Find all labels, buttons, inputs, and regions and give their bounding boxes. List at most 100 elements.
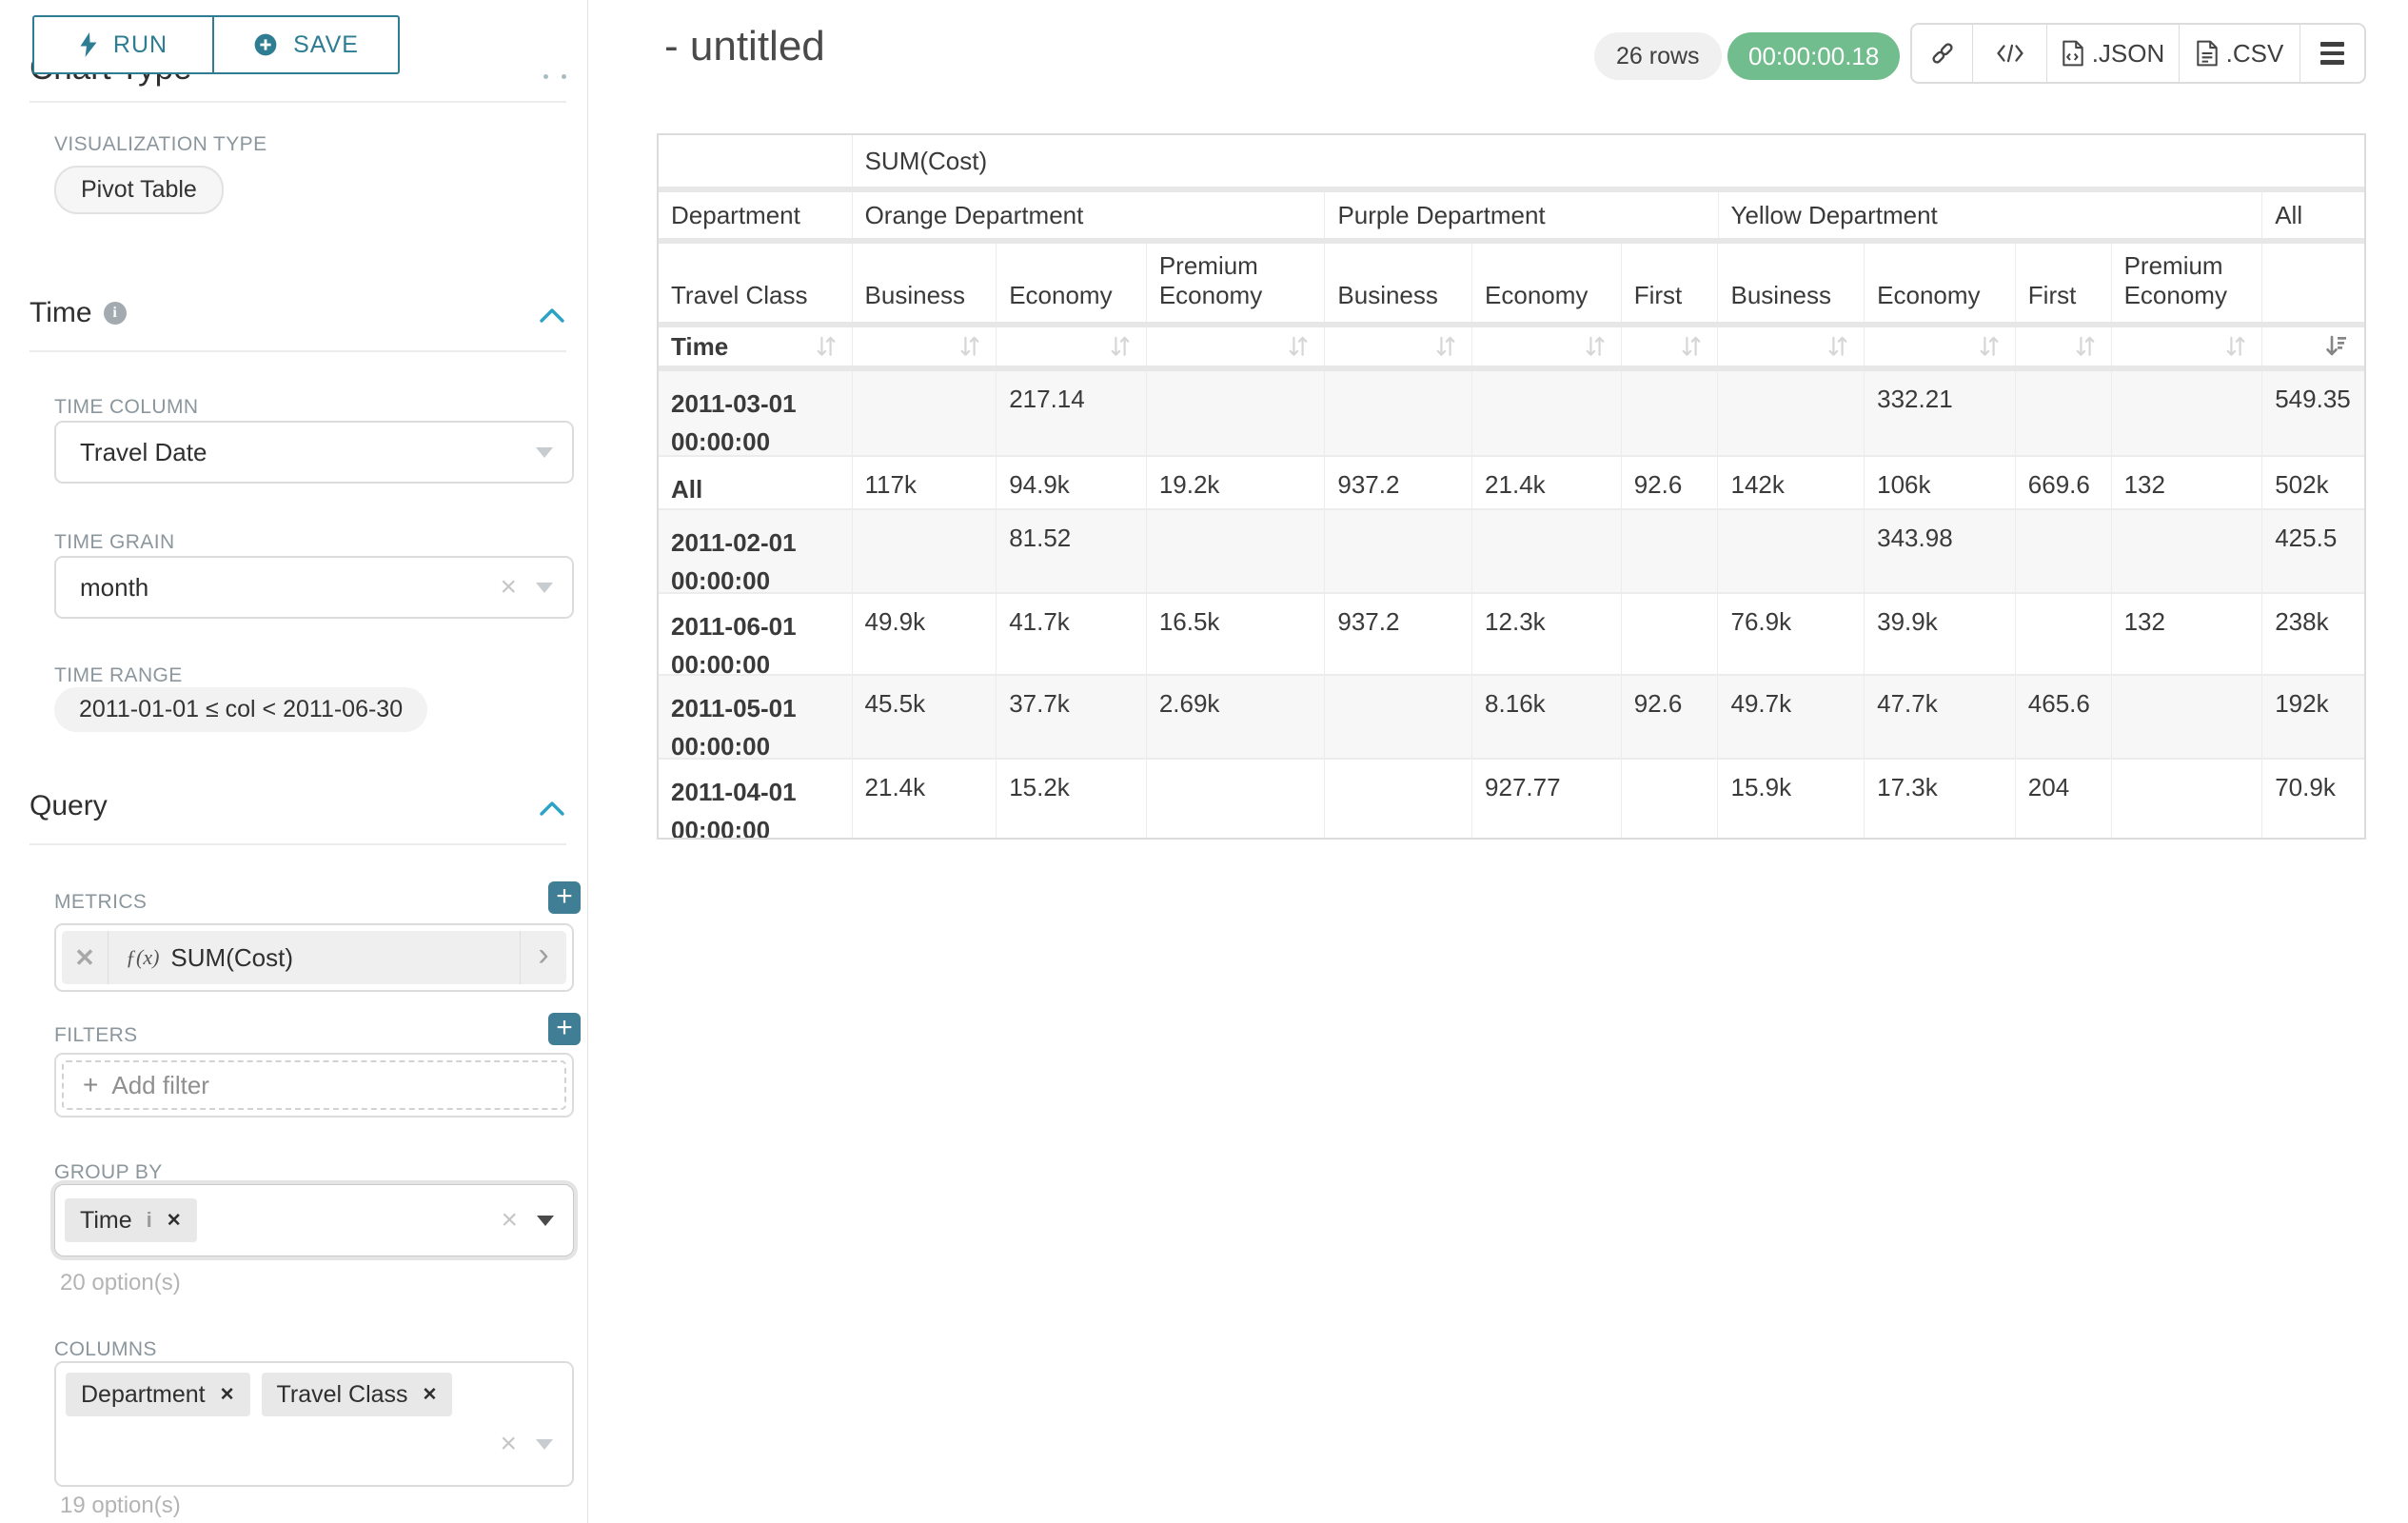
pivot-value-cell (1622, 594, 1719, 674)
sort-toggle-icon[interactable] (1435, 334, 1456, 359)
pivot-row-label: 2011-02-0100:00:00 (671, 524, 797, 592)
sort-toggle-icon[interactable] (1288, 334, 1309, 359)
chevron-down-icon[interactable] (536, 583, 553, 593)
add-filter-plus-button[interactable]: + (548, 1013, 581, 1045)
tag-label: Travel Class (277, 1381, 408, 1409)
pivot-row-header-cell: 2011-06-0100:00:00 (659, 594, 853, 674)
columns-tag-travel-class[interactable]: Travel Class ✕ (262, 1373, 453, 1416)
chart-title[interactable]: - untitled (664, 23, 825, 70)
pivot-value-cell: 49.9k (853, 594, 997, 674)
time-column-select[interactable]: Travel Date (54, 421, 574, 484)
filters-control: + Add filter (54, 1053, 574, 1118)
embed-code-button[interactable] (1973, 25, 2047, 82)
clear-icon[interactable]: × (500, 573, 517, 602)
sort-toggle-icon[interactable] (816, 334, 837, 359)
pivot-value-cell: 39.9k (1865, 594, 2016, 674)
pivot-value-cell: 117k (853, 457, 997, 508)
pivot-value-cell (2112, 510, 2263, 592)
pivot-sort-cell[interactable] (1622, 327, 1719, 366)
chevron-right-icon[interactable]: › (521, 931, 566, 984)
columns-tag-department[interactable]: Department ✕ (66, 1373, 250, 1416)
pivot-value-cell (1147, 371, 1326, 455)
sort-toggle-icon[interactable] (1110, 334, 1131, 359)
remove-tag-icon[interactable]: ✕ (423, 1384, 438, 1406)
clear-icon[interactable]: × (500, 1430, 517, 1458)
visualization-type-pill[interactable]: Pivot Table (54, 166, 224, 214)
chevron-up-icon[interactable] (539, 800, 565, 817)
pivot-value-cell: 92.6 (1622, 676, 1719, 758)
pivot-value-cell: 937.2 (1325, 457, 1472, 508)
chevron-down-icon[interactable] (536, 1439, 553, 1450)
add-metric-button[interactable]: + (548, 881, 581, 914)
sort-descending-active-icon[interactable] (2324, 334, 2349, 359)
chevron-up-icon[interactable] (539, 307, 565, 324)
columns-label: COLUMNS (54, 1338, 157, 1361)
sort-toggle-icon[interactable] (959, 334, 980, 359)
pivot-sort-cell[interactable] (1147, 327, 1326, 366)
chevron-down-icon[interactable] (537, 1216, 554, 1226)
clear-icon[interactable]: × (501, 1206, 518, 1235)
pivot-sort-cell[interactable] (2016, 327, 2112, 366)
group-by-select[interactable]: Time i ✕ × (54, 1184, 574, 1256)
run-button[interactable]: RUN (32, 15, 213, 74)
pivot-sort-cell[interactable] (1325, 327, 1472, 366)
pivot-value-cell: 92.6 (1622, 457, 1719, 508)
metrics-label: METRICS (54, 891, 147, 914)
time-range-pill[interactable]: 2011-01-01 ≤ col < 2011-06-30 (54, 687, 427, 732)
export-csv-button[interactable]: .CSV (2180, 25, 2300, 82)
pivot-sort-cell[interactable] (997, 327, 1147, 366)
copy-link-button[interactable] (1912, 25, 1973, 82)
save-button-label: SAVE (293, 31, 359, 59)
sort-toggle-icon[interactable] (1979, 334, 2000, 359)
remove-metric-icon[interactable]: ✕ (62, 931, 109, 984)
pivot-value-cell: 8.16k (1472, 676, 1622, 758)
pivot-value-cell: 19.2k (1147, 457, 1326, 508)
remove-tag-icon[interactable]: ✕ (167, 1210, 182, 1232)
remove-tag-icon[interactable]: ✕ (220, 1384, 235, 1406)
columns-select[interactable]: Department ✕ Travel Class ✕ × (54, 1361, 574, 1487)
sort-toggle-icon[interactable] (1681, 334, 1702, 359)
pivot-sort-cell[interactable] (2112, 327, 2263, 366)
sort-toggle-icon[interactable] (2225, 334, 2246, 359)
pivot-sort-cell[interactable] (853, 327, 997, 366)
pivot-sort-cell[interactable] (1472, 327, 1622, 366)
chart-controls-sidebar: Chart Type RUN SAVE VISUALIZATION TYPE P… (0, 0, 588, 1523)
pivot-value-cell: 70.9k (2262, 760, 2364, 838)
visualization-type-label: VISUALIZATION TYPE (54, 133, 266, 156)
pivot-metric-header-row: SUM(Cost) (659, 135, 2364, 192)
pivot-sort-cell[interactable] (1865, 327, 2016, 366)
tag-label: Department (81, 1381, 206, 1409)
sort-toggle-icon[interactable] (2075, 334, 2096, 359)
export-json-label: .JSON (2092, 39, 2165, 69)
pivot-value-cell (853, 510, 997, 592)
pivot-value-cell: 343.98 (1865, 510, 2016, 592)
drag-handle-dot (562, 74, 566, 79)
pivot-value-cell (1472, 371, 1622, 455)
more-options-button[interactable] (2300, 25, 2364, 82)
pivot-value-cell: 76.9k (1718, 594, 1865, 674)
pivot-value-cell: 204 (2016, 760, 2112, 838)
sort-toggle-icon[interactable] (1585, 334, 1606, 359)
pivot-travel-class-row: Travel ClassBusinessEconomyPremium Econo… (659, 244, 2364, 327)
divider (30, 101, 566, 103)
group-by-tag-time[interactable]: Time i ✕ (65, 1198, 197, 1242)
pivot-column-header-cell: Economy (997, 244, 1147, 322)
sort-toggle-icon[interactable] (1827, 334, 1848, 359)
pivot-value-cell: 49.7k (1718, 676, 1865, 758)
pivot-value-cell (2112, 371, 2263, 455)
plus-icon: + (83, 1070, 98, 1100)
pivot-data-row: 2011-03-0100:00:00217.14332.21549.35 (659, 371, 2364, 455)
metric-pill[interactable]: ✕ ƒ(x) SUM(Cost) › (62, 931, 566, 984)
pivot-sort-cell[interactable] (1718, 327, 1865, 366)
save-button[interactable]: SAVE (213, 15, 400, 74)
export-json-button[interactable]: .JSON (2047, 25, 2180, 82)
pivot-row-label: 2011-05-0100:00:00 (671, 689, 797, 758)
time-grain-select[interactable]: month × (54, 556, 574, 619)
pivot-sort-cell[interactable] (2262, 327, 2364, 366)
pivot-table: SUM(Cost)DepartmentOrange DepartmentPurp… (657, 133, 2366, 840)
pivot-time-sort-cell[interactable]: Time (659, 327, 853, 366)
function-icon: ƒ(x) (126, 945, 159, 970)
chevron-down-icon[interactable] (536, 447, 553, 458)
add-filter-button[interactable]: + Add filter (62, 1060, 566, 1110)
pivot-row-label: 2011-04-0100:00:00 (671, 773, 797, 838)
